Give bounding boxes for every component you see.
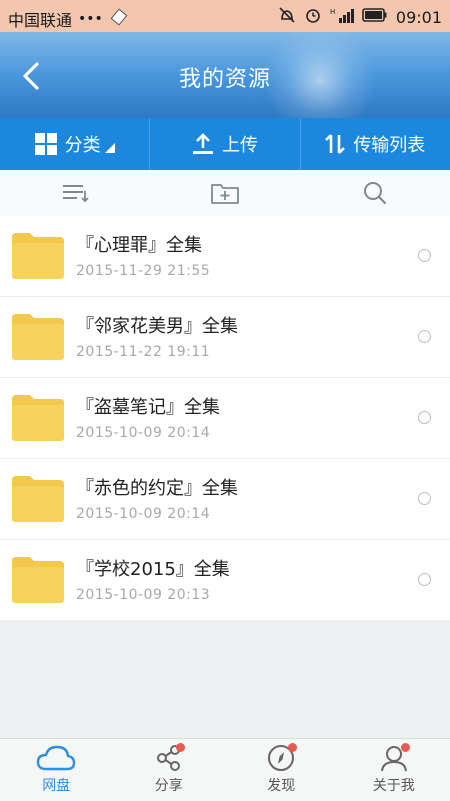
notification-badge	[401, 743, 410, 752]
list-item[interactable]: 『心理罪』全集 2015-11-29 21:55	[0, 216, 450, 297]
select-radio[interactable]	[418, 573, 431, 586]
bottom-nav: 网盘 分享 发现 关于我	[0, 738, 450, 801]
alarm-icon	[304, 6, 322, 28]
carrier-label: 中国联通	[8, 7, 72, 31]
dropdown-triangle-icon	[105, 143, 115, 153]
category-label: 分类	[65, 131, 101, 157]
folder-icon	[12, 557, 64, 603]
upload-label: 上传	[222, 131, 258, 157]
usb-icon	[109, 8, 129, 30]
folder-date: 2015-11-22 19:11	[76, 344, 210, 360]
nav-item-discover[interactable]: 发现	[225, 739, 338, 801]
cloud-icon	[36, 744, 76, 772]
list-item[interactable]: 『赤色的约定』全集 2015-10-09 20:14	[0, 459, 450, 540]
notification-badge	[288, 743, 297, 752]
page-title: 我的资源	[0, 61, 450, 93]
nav-item-share[interactable]: 分享	[113, 739, 226, 801]
grid-icon	[35, 133, 57, 155]
upload-button[interactable]: 上传	[149, 118, 299, 170]
action-toolbar: 分类 上传 传输列表	[0, 118, 450, 170]
folder-icon	[12, 395, 64, 441]
new-folder-icon	[210, 181, 240, 205]
folder-name: 『心理罪』全集	[76, 231, 202, 257]
category-button[interactable]: 分类	[0, 118, 149, 170]
nav-label: 分享	[155, 775, 183, 795]
folder-name: 『赤色的约定』全集	[76, 474, 238, 500]
app-header: 我的资源	[0, 32, 450, 118]
folder-date: 2015-11-29 21:55	[76, 263, 210, 279]
sub-toolbar	[0, 170, 450, 217]
nav-item-disk[interactable]: 网盘	[0, 739, 113, 801]
select-radio[interactable]	[418, 249, 431, 262]
select-radio[interactable]	[418, 411, 431, 424]
list-item[interactable]: 『盗墓笔记』全集 2015-10-09 20:14	[0, 378, 450, 459]
notification-badge	[176, 743, 185, 752]
nav-label: 发现	[267, 775, 295, 795]
folder-date: 2015-10-09 20:14	[76, 425, 210, 441]
list-item[interactable]: 『邻家花美男』全集 2015-11-22 19:11	[0, 297, 450, 378]
folder-icon	[12, 233, 64, 279]
folder-name: 『邻家花美男』全集	[76, 312, 238, 338]
signal-icon: H	[330, 6, 354, 28]
transfer-arrows-icon	[325, 133, 345, 155]
new-folder-button[interactable]	[150, 170, 300, 216]
upload-icon	[192, 133, 214, 155]
notification-dots: •••	[78, 11, 103, 27]
clock-time: 09:01	[396, 8, 442, 27]
svg-text:H: H	[330, 8, 335, 16]
file-list: 『心理罪』全集 2015-11-29 21:55 『邻家花美男』全集 2015-…	[0, 216, 450, 621]
status-bar: 中国联通 ••• H 09:01	[0, 0, 450, 32]
nav-label: 网盘	[42, 775, 70, 795]
folder-name: 『学校2015』全集	[76, 555, 230, 581]
mute-bell-icon	[278, 6, 296, 28]
select-radio[interactable]	[418, 330, 431, 343]
battery-icon	[362, 7, 388, 27]
list-item[interactable]: 『学校2015』全集 2015-10-09 20:13	[0, 540, 450, 621]
transfer-label: 传输列表	[353, 131, 425, 157]
folder-icon	[12, 476, 64, 522]
nav-item-me[interactable]: 关于我	[338, 739, 450, 801]
folder-date: 2015-10-09 20:13	[76, 587, 210, 603]
select-radio[interactable]	[418, 492, 431, 505]
folder-icon	[12, 314, 64, 360]
search-icon	[362, 180, 388, 206]
search-button[interactable]	[300, 170, 450, 216]
sort-list-icon	[61, 182, 89, 204]
nav-label: 关于我	[373, 775, 415, 795]
folder-name: 『盗墓笔记』全集	[76, 393, 220, 419]
folder-date: 2015-10-09 20:14	[76, 506, 210, 522]
transfer-list-button[interactable]: 传输列表	[300, 118, 450, 170]
sort-button[interactable]	[0, 170, 150, 216]
